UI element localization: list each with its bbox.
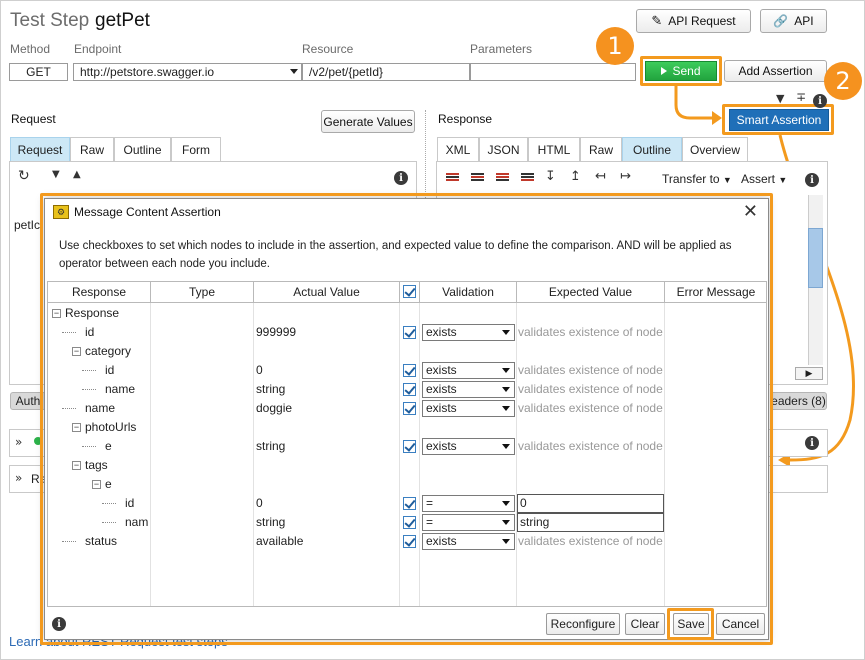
expand-section-icon[interactable]: »	[15, 435, 22, 449]
tab-outline-response[interactable]: Outline	[622, 137, 682, 161]
transfer-to-label: Transfer to	[662, 172, 720, 186]
response-info-icon[interactable]: i	[805, 173, 819, 187]
expand-icon[interactable]: ▼	[52, 169, 60, 180]
align-icon-1[interactable]	[446, 173, 459, 184]
tab-request[interactable]: Request	[10, 137, 70, 161]
tab-headers[interactable]: eaders (8)	[770, 392, 827, 410]
generate-values-button[interactable]: Generate Values	[321, 110, 415, 133]
generate-values-label: Generate Values	[323, 114, 413, 129]
request-panel-title: Request	[11, 112, 56, 126]
tab-raw[interactable]: Raw	[70, 137, 114, 161]
scroll-right-icon[interactable]: ▶	[795, 367, 823, 380]
request-param-row: petIc	[14, 218, 41, 232]
align-icon-4[interactable]	[521, 173, 534, 184]
expand-section-icon-2[interactable]: »	[15, 471, 22, 485]
assert-menu[interactable]: Assert ▼	[741, 172, 787, 186]
refresh-icon[interactable]: ↻	[18, 168, 30, 184]
assertions-info-icon[interactable]: i	[805, 436, 819, 450]
highlight-dialog	[40, 193, 773, 645]
outdent-icon[interactable]: ↦	[620, 169, 631, 184]
tab-form[interactable]: Form	[171, 137, 221, 161]
tab-json[interactable]: JSON	[479, 137, 528, 161]
response-panel-title: Response	[438, 112, 493, 126]
tab-xml[interactable]: XML	[437, 137, 479, 161]
move-down-icon[interactable]: ↧	[545, 169, 556, 184]
scrollbar-thumb[interactable]	[808, 228, 823, 288]
info-icon[interactable]: i	[813, 94, 827, 108]
split-icon[interactable]: ∓	[796, 90, 806, 104]
align-icon-3[interactable]	[496, 173, 509, 184]
move-up-icon[interactable]: ↥	[570, 169, 581, 184]
chevron-down-icon: ▼	[722, 175, 732, 185]
tab-html[interactable]: HTML	[528, 137, 580, 161]
collapse-icon[interactable]: ▲	[73, 169, 81, 180]
highlight-save	[667, 608, 714, 640]
tab-outline[interactable]: Outline	[114, 137, 171, 161]
tab-raw-response[interactable]: Raw	[580, 137, 622, 161]
indent-icon[interactable]: ↤	[595, 169, 606, 184]
align-icon-2[interactable]	[471, 173, 484, 184]
tab-overview[interactable]: Overview	[682, 137, 748, 161]
transfer-to-menu[interactable]: Transfer to ▼	[662, 172, 732, 186]
request-info-icon[interactable]: i	[394, 171, 408, 185]
assert-label: Assert	[741, 172, 776, 186]
hide-icon[interactable]: ▼	[776, 92, 784, 105]
chevron-down-icon: ▼	[778, 175, 788, 185]
